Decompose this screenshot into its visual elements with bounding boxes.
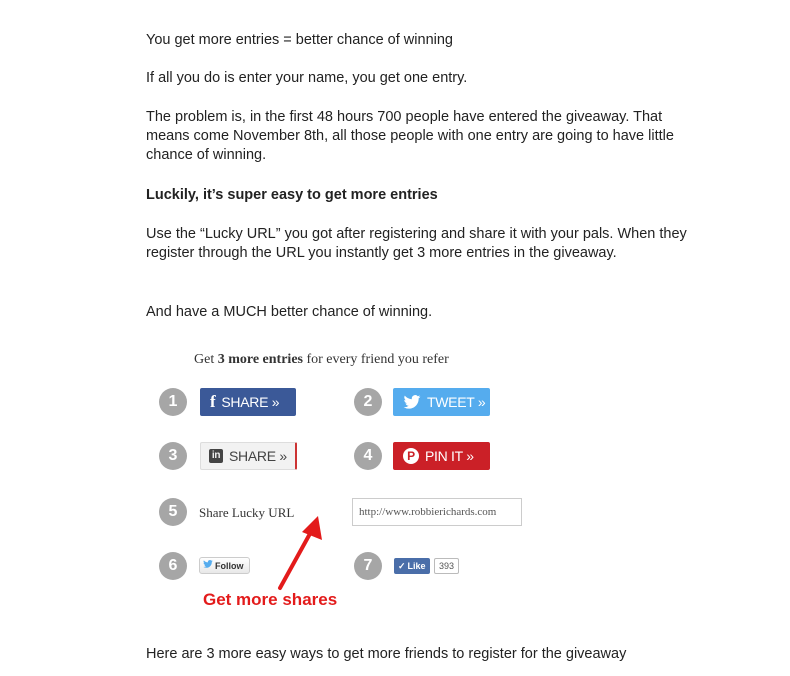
paragraph-one-entry: If all you do is enter your name, you ge… [146, 70, 468, 86]
facebook-like-button[interactable]: ✓ Like [394, 558, 430, 574]
cta-suffix: for every friend you refer [302, 352, 449, 367]
twitter-bird-icon [403, 395, 421, 409]
pinterest-pin-label: PIN IT » [425, 448, 474, 464]
step-number-1: 1 [159, 388, 187, 416]
paragraph-better-chance: And have a MUCH better chance of winning… [146, 304, 433, 320]
step-number-7: 7 [354, 552, 382, 580]
cta-prefix: Get [194, 352, 218, 367]
step-number-5: 5 [159, 498, 187, 526]
follow-label: Follow [215, 560, 244, 571]
step-number-2: 2 [354, 388, 382, 416]
widget-headline: Get 3 more entries for every friend you … [194, 352, 449, 368]
get-more-shares-annotation: Get more shares [203, 590, 338, 609]
twitter-tweet-button[interactable]: TWEET » [393, 388, 490, 416]
paragraph-lucky-url: Use the “Lucky URL” you got after regist… [146, 226, 687, 261]
lucky-url-field[interactable]: http://www.robbierichards.com [352, 498, 522, 526]
facebook-share-label: SHARE » [221, 394, 280, 410]
paragraph-entries: You get more entries = better chance of … [146, 32, 453, 48]
subheading-more-entries: Luckily, it’s super easy to get more ent… [146, 187, 438, 203]
facebook-share-button[interactable]: f SHARE » [200, 388, 296, 416]
red-arrow-icon [278, 516, 322, 590]
like-label: Like [407, 561, 426, 571]
linkedin-icon: in [209, 449, 223, 463]
linkedin-share-button[interactable]: in SHARE » [200, 442, 297, 470]
step-number-3: 3 [159, 442, 187, 470]
step-number-4: 4 [354, 442, 382, 470]
paragraph-more-ways: Here are 3 more easy ways to get more fr… [146, 646, 627, 662]
like-count-badge: 393 [434, 558, 460, 574]
twitter-tweet-label: TWEET » [427, 394, 486, 410]
pinterest-pin-button[interactable]: P PIN IT » [393, 442, 490, 470]
twitter-bird-icon [203, 560, 213, 571]
paragraph-problem: The problem is, in the first 48 hours 70… [146, 109, 674, 163]
cta-bold: 3 more entries [217, 352, 303, 367]
twitter-follow-button[interactable]: Follow [199, 557, 250, 574]
check-icon: ✓ [398, 560, 406, 571]
step-number-6: 6 [159, 552, 187, 580]
facebook-icon: f [210, 392, 216, 411]
pinterest-icon: P [403, 448, 419, 464]
linkedin-share-label: SHARE » [229, 448, 287, 464]
